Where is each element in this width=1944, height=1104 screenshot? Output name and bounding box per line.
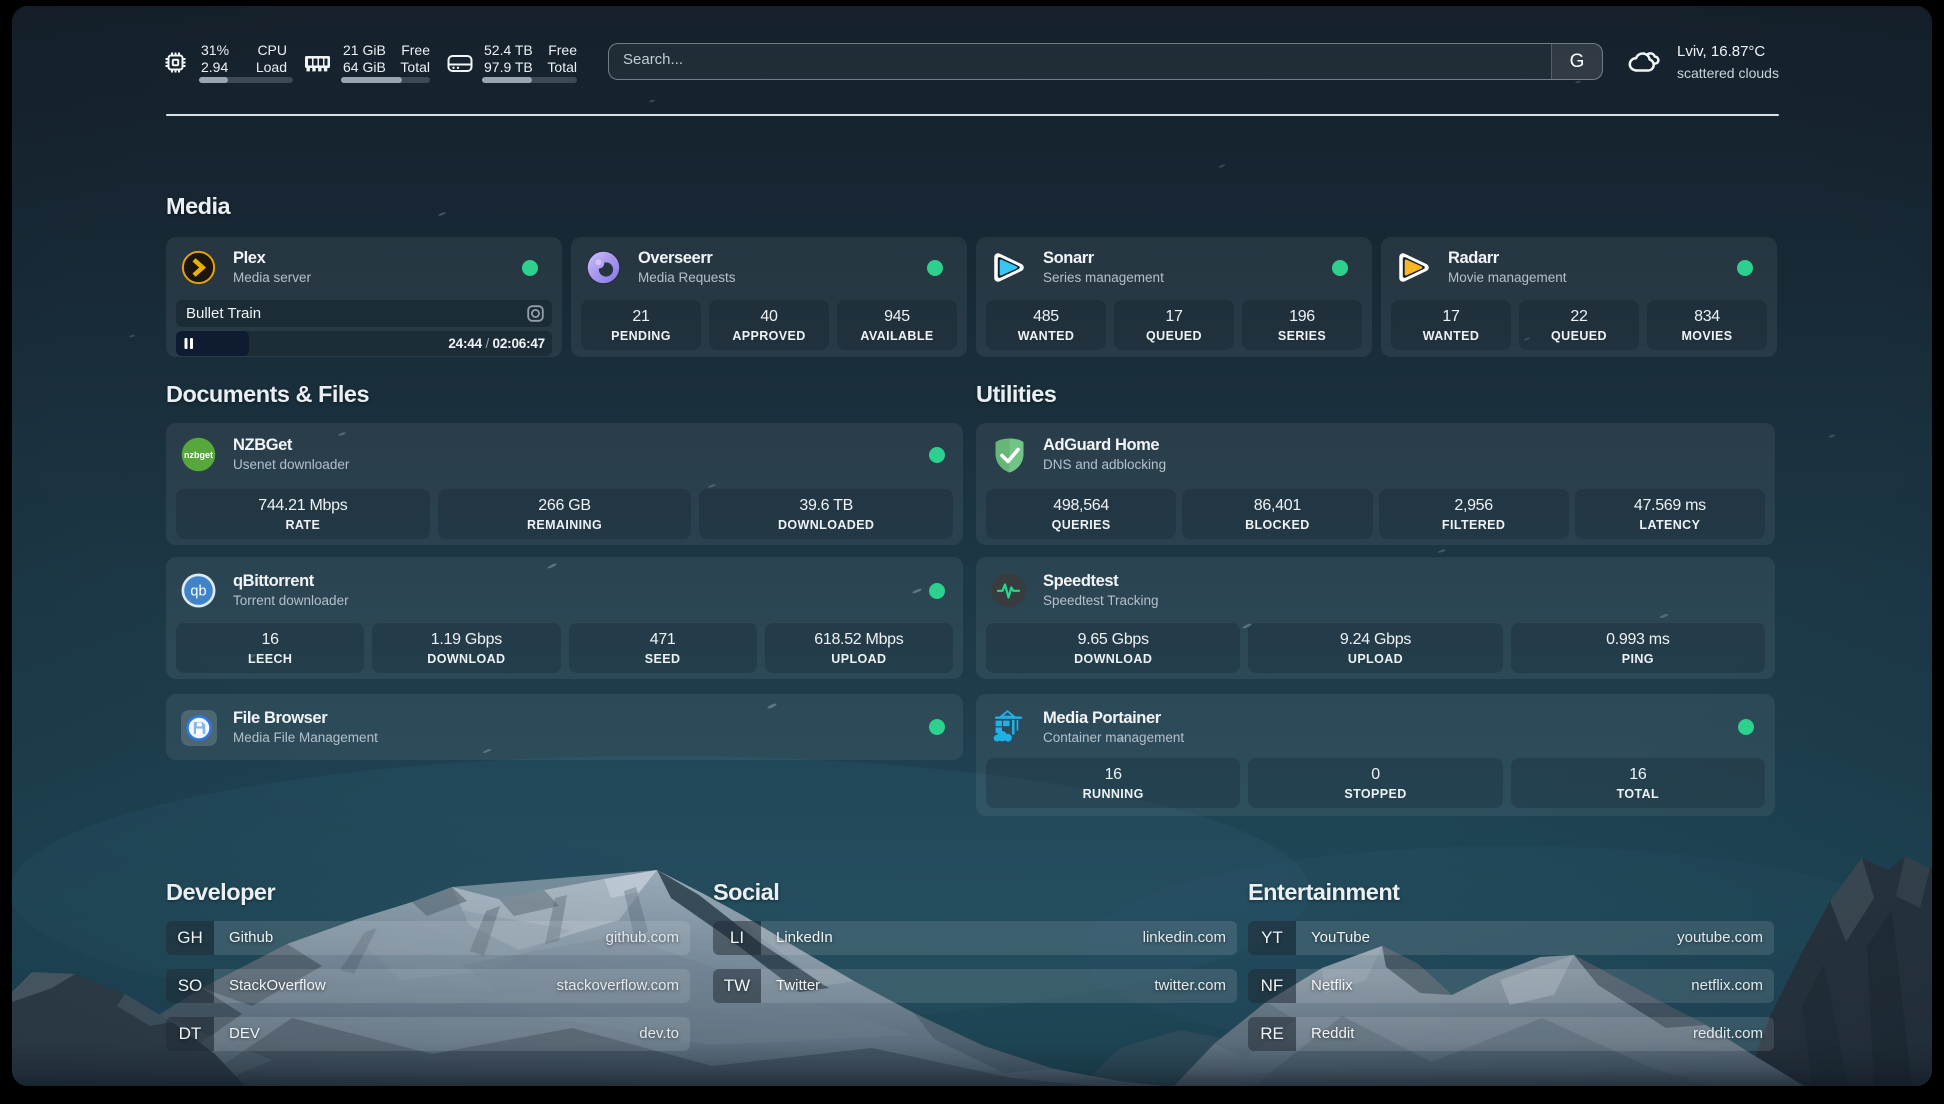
- svg-text:qb: qb: [190, 584, 206, 600]
- svg-text:nzbget: nzbget: [184, 450, 213, 460]
